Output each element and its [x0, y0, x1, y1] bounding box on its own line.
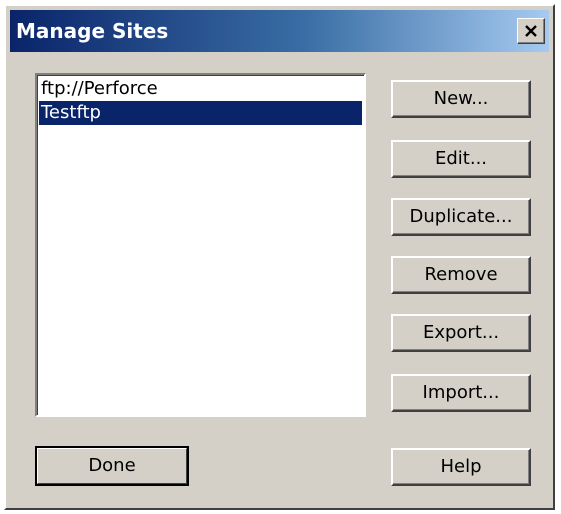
close-button[interactable] [517, 18, 545, 44]
done-button[interactable]: Done [35, 446, 189, 486]
duplicate-button[interactable]: Duplicate... [391, 198, 531, 236]
sites-list[interactable]: ftp://Perforce Testftp [35, 73, 366, 417]
help-button[interactable]: Help [391, 448, 531, 486]
export-button[interactable]: Export... [391, 314, 531, 352]
done-button-label: Done [88, 455, 136, 476]
list-item[interactable]: Testftp [39, 101, 362, 125]
manage-sites-dialog: Manage Sites ftp://Perforce Testftp New.… [4, 4, 555, 510]
list-item[interactable]: ftp://Perforce [39, 77, 362, 101]
new-button[interactable]: New... [391, 80, 531, 118]
edit-button[interactable]: Edit... [391, 140, 531, 178]
window-title: Manage Sites [16, 19, 169, 43]
remove-button[interactable]: Remove [391, 256, 531, 294]
import-button[interactable]: Import... [391, 374, 531, 412]
close-icon [525, 25, 537, 37]
title-bar: Manage Sites [10, 10, 549, 52]
